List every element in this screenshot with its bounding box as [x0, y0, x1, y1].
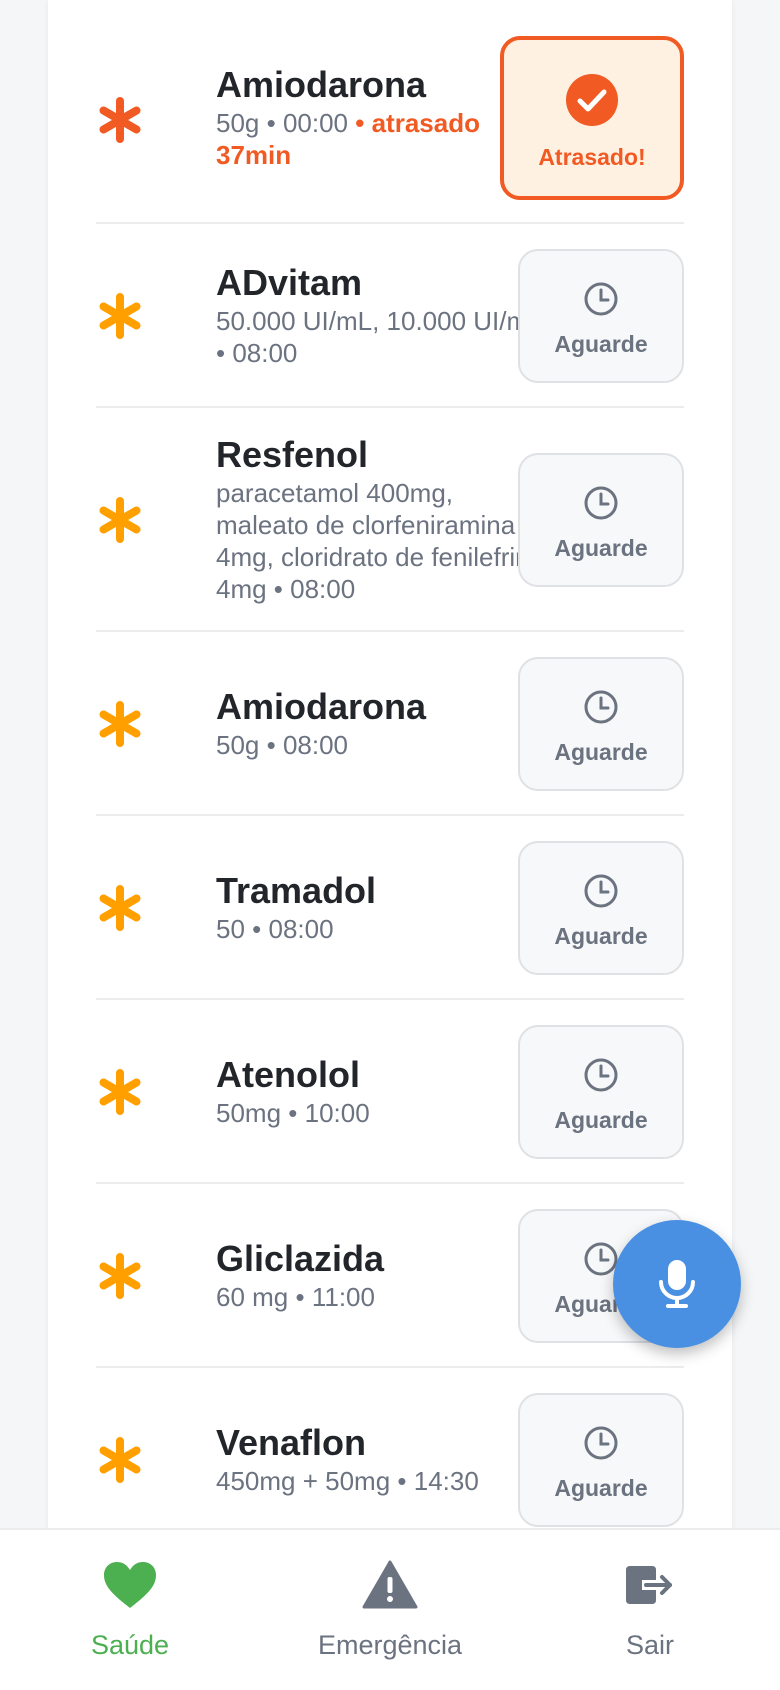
tab-sair[interactable]: Sair: [520, 1530, 780, 1690]
asterisk-icon: [99, 885, 141, 931]
tab-label: Emergência: [317, 1630, 463, 1660]
list-item: Resfenol paracetamol 400mg, maleato de c…: [96, 408, 684, 632]
medication-detail: 50 • 08:00: [216, 914, 334, 944]
check-circle-icon: [566, 74, 618, 126]
clock-icon: [584, 690, 618, 724]
medication-detail: 450mg + 50mg • 14:30: [216, 1466, 479, 1496]
medication-detail: 50.000 UI/mL, 10.000 UI/mL • 08:00: [216, 306, 542, 368]
medication-detail: paracetamol 400mg, maleato de clorfenira…: [216, 478, 545, 604]
medication-detail: 50g • 08:00: [216, 730, 349, 760]
status-label: Aguarde: [554, 535, 648, 561]
clock-icon: [584, 1426, 618, 1460]
list-item: Atenolol 50mg • 10:00 Aguarde: [96, 1000, 684, 1184]
list-item: Amiodarona 50g • 00:00 • atrasado 37min …: [96, 26, 684, 224]
clock-icon: [584, 486, 618, 520]
status-button-wait[interactable]: Aguarde: [518, 1393, 684, 1527]
status-button-wait[interactable]: Aguarde: [518, 1025, 684, 1159]
clock-icon: [584, 282, 618, 316]
medication-name: Amiodarona: [216, 64, 427, 105]
status-label: Aguarde: [554, 923, 648, 949]
status-button-wait[interactable]: Aguarde: [518, 657, 684, 791]
status-button-wait[interactable]: Aguarde: [518, 841, 684, 975]
medication-detail: 60 mg • 11:00: [216, 1282, 375, 1312]
heart-icon: [104, 1562, 156, 1608]
list-item: Gliclazida 60 mg • 11:00 Aguarde: [96, 1184, 684, 1368]
list-item: ADvitam 50.000 UI/mL, 10.000 UI/mL • 08:…: [96, 224, 684, 408]
tab-label: Saúde: [90, 1630, 170, 1660]
tab-label: Sair: [625, 1630, 674, 1660]
status-button-wait[interactable]: Aguarde: [518, 453, 684, 587]
medication-detail: 50g • 00:00 • atrasado 37min: [216, 108, 480, 170]
medication-name: Amiodarona: [216, 686, 427, 727]
tab-saude[interactable]: Saúde: [0, 1530, 260, 1690]
asterisk-icon: [99, 497, 141, 543]
status-label: Aguarde: [554, 1475, 648, 1501]
clock-icon: [584, 874, 618, 908]
tab-emergencia[interactable]: Emergência: [260, 1530, 520, 1690]
asterisk-icon: [99, 97, 141, 143]
medication-info: Venaflon 450mg + 50mg • 14:30: [216, 1423, 546, 1497]
medication-name: Resfenol: [216, 434, 369, 475]
medication-info: Gliclazida 60 mg • 11:00: [216, 1239, 546, 1313]
status-label: Aguarde: [554, 331, 648, 357]
list-item: Amiodarona 50g • 08:00 Aguarde: [96, 632, 684, 816]
warning-icon: [362, 1560, 418, 1609]
asterisk-icon: [99, 1437, 141, 1483]
list-item: Tramadol 50 • 08:00 Aguarde: [96, 816, 684, 1000]
medication-name: Gliclazida: [216, 1238, 385, 1279]
asterisk-icon: [99, 293, 141, 339]
microphone-icon: [659, 1260, 695, 1308]
status-label: Aguarde: [554, 1107, 648, 1133]
medication-info: Resfenol paracetamol 400mg, maleato de c…: [216, 435, 546, 605]
list-item: Venaflon 450mg + 50mg • 14:30 Aguarde: [96, 1368, 684, 1540]
medication-name: Atenolol: [216, 1054, 360, 1095]
exit-icon: [626, 1566, 672, 1604]
medication-info: Tramadol 50 • 08:00: [216, 871, 546, 945]
medication-info: Amiodarona 50g • 08:00: [216, 687, 546, 761]
medication-name: Tramadol: [216, 870, 377, 911]
status-button-wait[interactable]: Aguarde: [518, 249, 684, 383]
status-button-delayed[interactable]: Atrasado!: [500, 36, 684, 200]
asterisk-icon: [99, 701, 141, 747]
medication-info: Atenolol 50mg • 10:00: [216, 1055, 546, 1129]
medication-name: ADvitam: [216, 262, 363, 303]
bottom-tab-bar: Saúde Emergência Sair: [0, 1528, 780, 1690]
medication-detail: 50mg • 10:00: [216, 1098, 370, 1128]
medication-info: Amiodarona 50g • 00:00 • atrasado 37min: [216, 65, 546, 171]
asterisk-icon: [99, 1253, 141, 1299]
status-label: Atrasado!: [538, 144, 646, 170]
asterisk-icon: [99, 1069, 141, 1115]
medication-name: Venaflon: [216, 1422, 367, 1463]
status-label: Aguarde: [554, 739, 648, 765]
medication-info: ADvitam 50.000 UI/mL, 10.000 UI/mL • 08:…: [216, 263, 546, 369]
voice-assistant-button[interactable]: [613, 1220, 741, 1348]
clock-icon: [584, 1058, 618, 1092]
